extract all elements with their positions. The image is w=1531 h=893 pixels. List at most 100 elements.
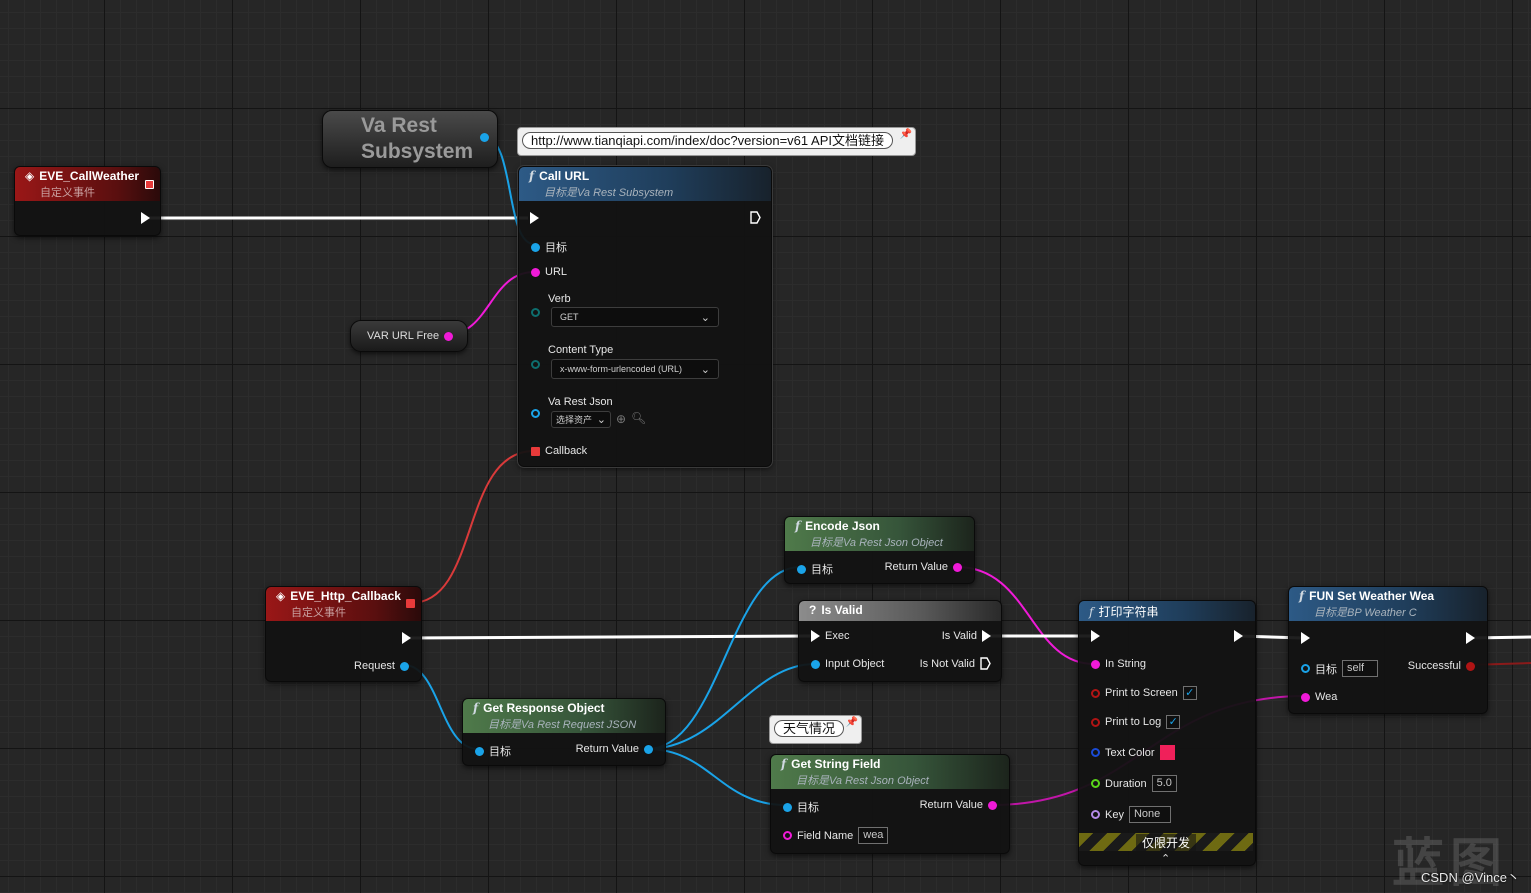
csdn-credit: CSDN @Vince丶 — [1421, 870, 1520, 885]
field-name-input[interactable]: wea — [858, 827, 889, 844]
encode-json-node[interactable]: f Encode Json 目标是Va Rest Json Object 目标 R… — [784, 516, 975, 584]
content-type-dropdown[interactable]: x-www-form-urlencoded (URL) ⌄ — [551, 359, 719, 379]
print-string-node[interactable]: f 打印字符串 In String Print to Screen ✓ Print … — [1078, 600, 1256, 866]
node-subtitle: 目标是Va Rest Request JSON — [488, 719, 637, 731]
object-out-pin[interactable] — [480, 133, 489, 142]
fun-set-weather-node[interactable]: f FUN Set Weather Wea 目标是BP Weather C 目标 s… — [1288, 586, 1488, 714]
pin-comment-icon[interactable]: 📌 — [846, 717, 858, 728]
chevron-down-icon: ⌄ — [700, 311, 710, 324]
exec-out-pin[interactable] — [402, 632, 411, 644]
node-subtitle: 目标是Va Rest Json Object — [810, 537, 943, 549]
content-type-value: x-www-form-urlencoded (URL) — [560, 364, 683, 374]
return-pin[interactable] — [953, 562, 962, 572]
field-name-pin[interactable] — [783, 831, 792, 840]
pin-comment-icon[interactable]: 📌 — [900, 129, 912, 140]
string-out-pin[interactable] — [444, 331, 454, 341]
pin-label: Print to Screen — [1105, 687, 1178, 699]
pin-label: Verb — [548, 293, 571, 305]
text-color-pin[interactable] — [1091, 748, 1100, 757]
target-pin[interactable] — [1301, 664, 1310, 673]
pin-label: 目标 — [1315, 663, 1337, 676]
node-header: f FUN Set Weather Wea 目标是BP Weather C — [1289, 587, 1487, 621]
target-pin[interactable] — [531, 242, 540, 252]
function-icon: f — [529, 169, 535, 183]
pin-label: Successful — [1407, 660, 1461, 672]
question-icon: ? — [809, 603, 817, 617]
wire-callback-delegate — [410, 450, 535, 604]
target-pin[interactable] — [783, 802, 792, 812]
duration-input[interactable]: 5.0 — [1151, 775, 1177, 792]
call-url-node[interactable]: f Call URL 目标是Va Rest Subsystem 目标 URL Ve… — [517, 165, 773, 468]
input-object-pin[interactable] — [811, 659, 820, 669]
exec-out-notvalid-pin[interactable] — [980, 657, 991, 670]
chevron-down-icon: ⌄ — [700, 363, 710, 376]
url-pin[interactable] — [531, 267, 540, 277]
node-subtitle: 自定义事件 — [40, 187, 95, 199]
is-valid-node[interactable]: ? Is Valid Exec Is Valid Input Object Is … — [798, 600, 1002, 682]
wea-pin[interactable] — [1301, 692, 1310, 702]
delegate-pin[interactable] — [406, 599, 415, 608]
va-rest-subsystem-node[interactable]: Va Rest Subsystem — [322, 110, 498, 168]
successful-pin[interactable] — [1466, 661, 1475, 671]
print-screen-pin[interactable] — [1091, 688, 1100, 698]
var-url-free-node[interactable]: VAR URL Free — [350, 320, 468, 352]
pin-label: URL — [545, 266, 568, 278]
weather-comment-bubble[interactable]: 天气情况 📌 — [769, 715, 862, 744]
json-pin[interactable] — [531, 409, 540, 418]
eve-callweather-node[interactable]: ◈ EVE_CallWeather 自定义事件 — [14, 166, 161, 236]
pin-label: Return Value — [919, 799, 983, 811]
exec-out-pin[interactable] — [141, 212, 150, 224]
exec-in-pin[interactable] — [1301, 632, 1310, 644]
pin-label: Text Color — [1105, 746, 1155, 759]
search-icon[interactable]: 🔍︎ — [631, 411, 646, 425]
exec-out-valid-pin[interactable] — [982, 630, 991, 642]
get-string-field-node[interactable]: f Get String Field 目标是Va Rest Json Object… — [770, 754, 1010, 854]
request-pin[interactable] — [400, 661, 409, 671]
verb-dropdown[interactable]: GET ⌄ — [551, 307, 719, 327]
chevron-up-icon[interactable]: ⌃ — [1161, 852, 1170, 865]
exec-in-pin[interactable] — [1091, 630, 1100, 642]
callback-pin[interactable] — [531, 446, 540, 456]
return-pin[interactable] — [644, 744, 653, 754]
return-pin[interactable] — [988, 800, 997, 810]
verb-pin[interactable] — [531, 308, 540, 317]
eve-http-callback-node[interactable]: ◈ EVE_Http_Callback 自定义事件 Request — [265, 586, 422, 682]
exec-in-pin[interactable] — [530, 212, 539, 224]
exec-out-pin[interactable] — [750, 211, 761, 224]
target-pin[interactable] — [797, 564, 806, 574]
function-icon: f — [1299, 589, 1305, 603]
delegate-pin[interactable] — [145, 180, 154, 189]
function-icon: f — [473, 701, 479, 715]
key-input[interactable]: None — [1128, 806, 1171, 823]
url-comment-bubble[interactable]: http://www.tianqiapi.com/index/doc?versi… — [517, 127, 916, 156]
pin-label: Callback — [545, 445, 588, 457]
node-subtitle: 自定义事件 — [291, 607, 346, 619]
wire-exec-http-isvalid — [405, 634, 811, 640]
pin-label: Input Object — [825, 658, 885, 670]
color-swatch[interactable] — [1159, 745, 1175, 760]
pin-label: Is Not Valid — [919, 657, 975, 670]
get-response-object-node[interactable]: f Get Response Object 目标是Va Rest Request … — [462, 698, 666, 766]
duration-pin[interactable] — [1091, 779, 1100, 788]
in-string-pin[interactable] — [1091, 659, 1100, 669]
key-pin[interactable] — [1091, 810, 1100, 819]
print-log-pin[interactable] — [1091, 717, 1100, 727]
exec-in-pin[interactable] — [811, 630, 820, 642]
print-log-checkbox[interactable]: ✓ — [1166, 715, 1181, 729]
print-screen-checkbox[interactable]: ✓ — [1182, 686, 1197, 700]
browse-icon[interactable]: ⊕ — [616, 412, 626, 426]
var-label: VAR URL Free — [367, 330, 440, 342]
asset-picker[interactable]: 选择资产 ⌄ — [551, 411, 611, 428]
target-pin[interactable] — [475, 746, 484, 756]
pin-label: Va Rest Json — [548, 396, 613, 408]
node-subtitle: 目标是Va Rest Json Object — [796, 775, 929, 787]
pin-label: Print to Log — [1105, 716, 1162, 728]
content-type-pin[interactable] — [531, 360, 540, 369]
function-icon: f — [781, 757, 787, 771]
node-title: Va Rest Subsystem — [361, 114, 474, 163]
exec-out-pin[interactable] — [1466, 632, 1475, 644]
node-header: ? Is Valid — [799, 601, 1001, 621]
function-icon: f — [795, 519, 801, 533]
exec-out-pin[interactable] — [1234, 630, 1243, 642]
target-input[interactable]: self — [1342, 660, 1378, 677]
